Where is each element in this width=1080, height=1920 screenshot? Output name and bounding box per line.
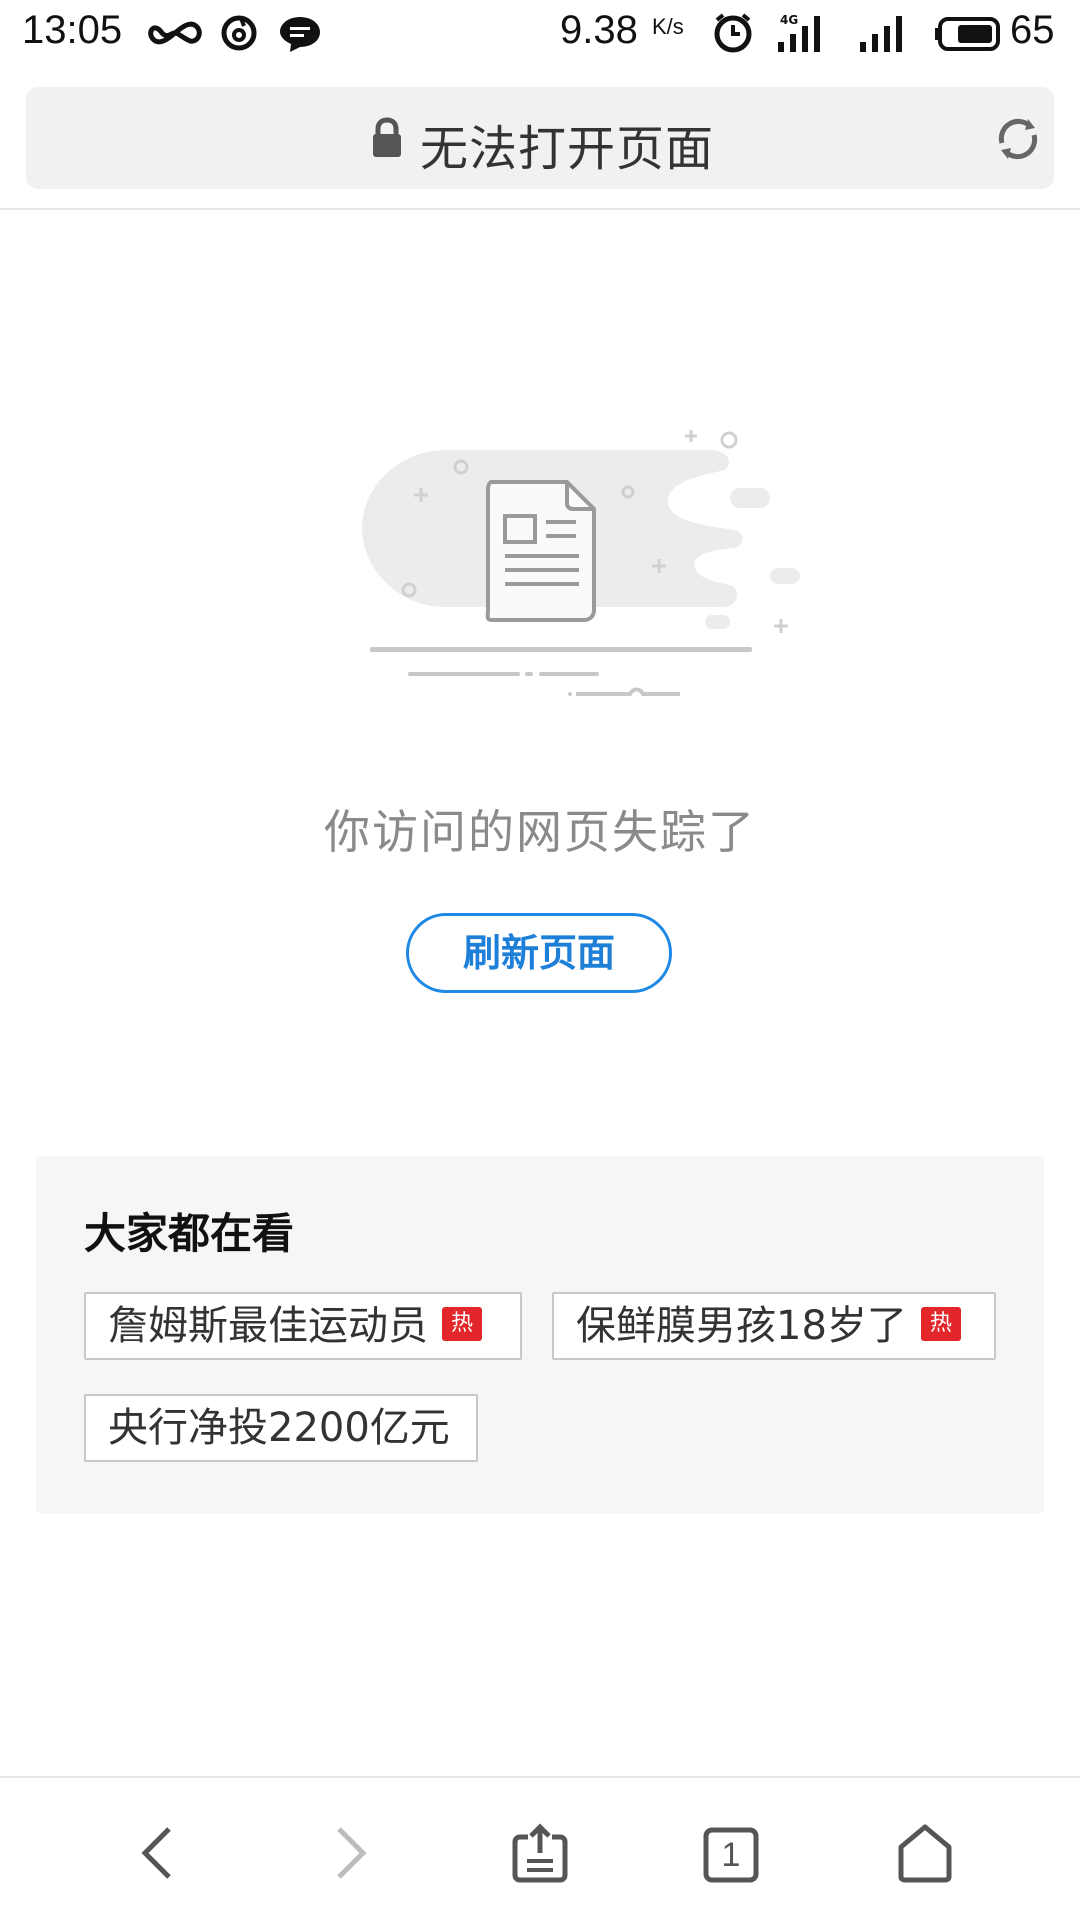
share-icon bbox=[510, 1823, 570, 1887]
trending-tag[interactable]: 保鲜膜男孩18岁了热 bbox=[552, 1292, 996, 1360]
netease-music-icon bbox=[220, 14, 258, 56]
back-icon bbox=[137, 1825, 177, 1885]
trending-tag-text: 央行净投2200亿元 bbox=[108, 1405, 450, 1451]
svg-text:4G: 4G bbox=[780, 13, 798, 27]
battery-icon bbox=[934, 16, 1002, 56]
hot-badge: 热 bbox=[442, 1307, 482, 1341]
forward-button[interactable] bbox=[306, 1810, 396, 1900]
back-button[interactable] bbox=[112, 1810, 202, 1900]
tabs-button[interactable]: 1 bbox=[686, 1810, 776, 1900]
header-divider bbox=[0, 208, 1080, 210]
tabs-icon: 1 bbox=[703, 1827, 759, 1883]
toolbar-divider bbox=[0, 1776, 1080, 1778]
trending-tag-text: 保鲜膜男孩18岁了 bbox=[576, 1303, 907, 1349]
network-speed-unit: K/s bbox=[652, 14, 684, 39]
infinity-icon bbox=[148, 18, 202, 52]
lock-icon bbox=[370, 117, 404, 163]
trending-panel: 大家都在看 詹姆斯最佳运动员热 保鲜膜男孩18岁了热 央行净投2200亿元 bbox=[36, 1156, 1044, 1514]
chat-bubble-icon bbox=[278, 14, 322, 58]
forward-icon bbox=[331, 1825, 371, 1885]
hot-badge: 热 bbox=[920, 1307, 961, 1341]
missing-page-illustration bbox=[350, 420, 810, 704]
status-bar: 13:05 9.38 K/s 4G 65 bbox=[0, 0, 1080, 70]
signal-icon bbox=[858, 12, 910, 58]
reload-icon[interactable] bbox=[992, 113, 1044, 169]
alarm-icon bbox=[712, 12, 754, 58]
error-message: 你访问的网页失踪了 bbox=[324, 805, 756, 859]
address-bar[interactable]: 无法打开页面 bbox=[26, 87, 1054, 189]
trending-title: 大家都在看 bbox=[84, 1209, 295, 1258]
trending-tag[interactable]: 詹姆斯最佳运动员热 bbox=[84, 1292, 522, 1360]
home-button[interactable] bbox=[880, 1810, 970, 1900]
page-title: 无法打开页面 bbox=[420, 121, 715, 177]
refresh-page-button[interactable]: 刷新页面 bbox=[406, 913, 672, 993]
tab-count: 1 bbox=[721, 1836, 741, 1874]
share-button[interactable] bbox=[495, 1810, 585, 1900]
trending-tag[interactable]: 央行净投2200亿元 bbox=[84, 1394, 478, 1462]
battery-percent: 65 bbox=[1010, 8, 1055, 52]
4g-signal-icon: 4G bbox=[776, 12, 828, 58]
trending-tag-text: 詹姆斯最佳运动员 bbox=[108, 1303, 428, 1349]
status-time: 13:05 bbox=[22, 8, 123, 52]
home-icon bbox=[897, 1823, 953, 1887]
network-speed: 9.38 bbox=[560, 8, 638, 52]
